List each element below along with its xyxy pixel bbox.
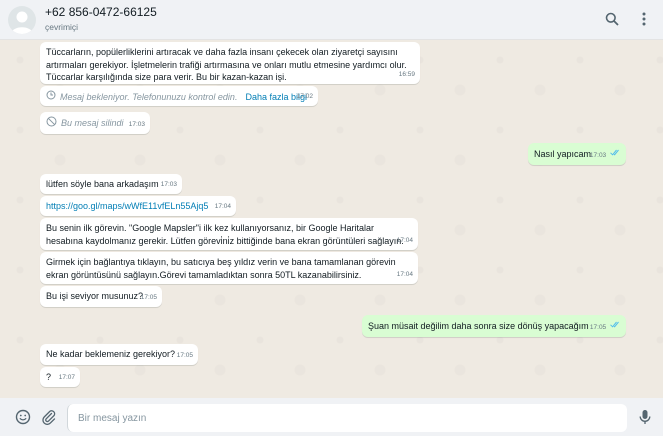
message-time: 17:02 — [296, 92, 313, 100]
search-icon[interactable] — [603, 10, 621, 28]
message-text: lütfen söyle bana arkadaşım — [46, 179, 159, 189]
message-text: Girmek için bağlantıya tıklayın, bu satı… — [46, 257, 396, 280]
message-time: 17:03 — [589, 151, 607, 159]
message-list[interactable]: Tüccarların, popülerliklerini artıracak … — [0, 40, 663, 398]
chat-header: +62 856-0472-66125 çevrimiçi — [0, 0, 663, 40]
message-time: 17:03 — [128, 120, 145, 128]
message-input-wrapper — [67, 404, 627, 432]
deleted-icon — [46, 116, 57, 131]
message-time: 17:05 — [589, 323, 607, 331]
message-incoming[interactable]: Girmek için bağlantıya tıklayın, bu satı… — [40, 252, 418, 284]
maps-link[interactable]: https://goo.gl/maps/wWfE11vfELn55Ajq5 — [46, 201, 208, 211]
message-time: 16:59 — [398, 70, 415, 78]
message-incoming[interactable]: Bu işi seviyor musunuz? 17:05 — [40, 286, 162, 307]
message-text: Şuan müsait değilim daha sonra size dönü… — [368, 321, 589, 331]
menu-icon[interactable] — [635, 10, 653, 28]
message-text: Ne kadar beklemeniz gerekiyor? — [46, 349, 176, 359]
message-time: 17:03 — [160, 180, 177, 188]
emoji-icon[interactable] — [14, 408, 32, 426]
message-text: Tüccarların, popülerliklerini artıracak … — [46, 47, 407, 82]
message-time: 17:04 — [214, 202, 231, 210]
message-incoming[interactable]: lütfen söyle bana arkadaşım 17:03 — [40, 174, 182, 194]
double-check-icon — [610, 149, 621, 162]
message-incoming[interactable]: Tüccarların, popülerliklerini artıracak … — [40, 42, 420, 84]
message-time: 17:07 — [58, 373, 75, 381]
message-outgoing[interactable]: Şuan müsait değilim daha sonra size dönü… — [362, 315, 626, 337]
message-deleted[interactable]: Bu mesaj silindi 17:03 — [40, 112, 150, 134]
message-text: Bu mesaj silindi — [61, 118, 124, 128]
message-incoming[interactable]: Ne kadar beklemeniz gerekiyor? 17:05 — [40, 344, 198, 365]
avatar[interactable] — [8, 5, 36, 34]
attach-icon[interactable] — [40, 408, 58, 426]
message-text: Mesaj bekleniyor. Telefonunuzu kontrol e… — [60, 91, 238, 102]
message-text: Nasıl yapıcam — [534, 149, 592, 159]
mic-icon[interactable] — [636, 408, 654, 426]
message-incoming[interactable]: ? 17:07 — [40, 367, 80, 387]
message-input[interactable] — [68, 404, 627, 432]
message-time: 17:04 — [396, 270, 413, 278]
double-check-icon — [610, 321, 621, 334]
message-incoming[interactable]: https://goo.gl/maps/wWfE11vfELn55Ajq5 17… — [40, 196, 236, 216]
message-time: 17:05 — [140, 293, 157, 301]
message-text: ? — [46, 372, 52, 382]
clock-icon — [46, 90, 56, 104]
message-outgoing[interactable]: Nasıl yapıcam 17:03 — [528, 143, 626, 165]
message-time: 17:05 — [176, 351, 193, 359]
message-time: 17:04 — [396, 236, 413, 244]
contact-info[interactable]: +62 856-0472-66125 çevrimiçi — [45, 4, 157, 32]
composer-bar — [0, 398, 663, 436]
message-incoming[interactable]: Bu senin ilk görevin. "Google Mapsler"i … — [40, 218, 418, 250]
contact-status: çevrimiçi — [45, 21, 79, 32]
message-waiting[interactable]: Mesaj bekleniyor. Telefonunuzu kontrol e… — [40, 86, 318, 106]
contact-name: +62 856-0472-66125 — [45, 4, 157, 19]
message-text: Bu senin ilk görevin. "Google Mapsler"i … — [46, 223, 404, 246]
message-text: Bu işi seviyor musunuz? — [46, 291, 144, 301]
